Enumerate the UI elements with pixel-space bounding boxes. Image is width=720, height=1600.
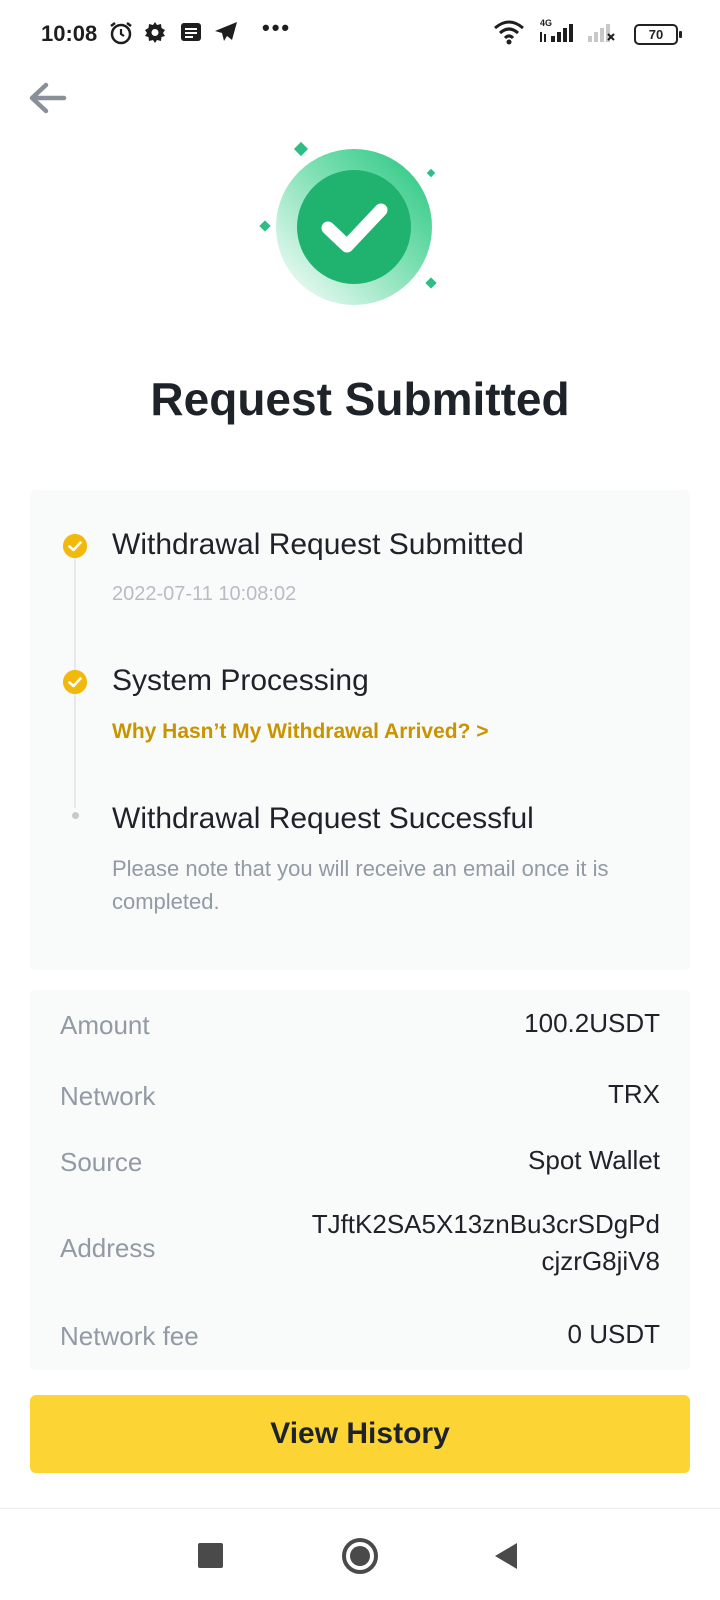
signal-icon: 4G	[540, 18, 573, 42]
step-note: Please note that you will receive an ema…	[112, 856, 609, 914]
detail-label-network: Network	[60, 1081, 156, 1111]
alarm-icon	[110, 22, 132, 45]
detail-label-source: Source	[60, 1147, 143, 1177]
step-title-processing: System Processing	[112, 664, 369, 697]
step-timestamp: 2022-07-11 10:08:02	[112, 583, 297, 605]
svg-text:4G: 4G	[540, 18, 552, 28]
detail-label-network-fee: Network fee	[60, 1321, 199, 1351]
detail-value-address-line1: TJftK2SA5X13znBu3crSDgPd	[311, 1209, 660, 1239]
withdrawal-help-link[interactable]: Why Hasn’t My Withdrawal Arrived? >	[112, 720, 489, 744]
check-circle-icon	[259, 141, 437, 305]
detail-value-address-line2: cjzrG8jiV8	[541, 1246, 660, 1276]
detail-label-amount: Amount	[60, 1010, 150, 1040]
battery-icon: 70	[634, 24, 682, 45]
no-signal-icon	[588, 24, 615, 42]
back-triangle-icon[interactable]	[495, 1543, 517, 1569]
home-circle-icon[interactable]	[342, 1538, 378, 1574]
recents-square-icon[interactable]	[198, 1543, 223, 1568]
status-bar: 10:08 ••• 4G 70	[0, 0, 720, 70]
step-pending-dot	[72, 812, 79, 819]
detail-value-network-fee: 0 USDT	[567, 1319, 660, 1349]
back-button[interactable]	[26, 80, 70, 116]
detail-value-amount: 100.2USDT	[524, 1008, 660, 1038]
withdrawal-details: Amount 100.2USDT Network TRX Source Spot…	[30, 990, 690, 1370]
step-complete-check-icon	[63, 534, 87, 558]
settings-icon	[145, 22, 165, 43]
telegram-icon	[215, 22, 237, 41]
step-title-successful: Withdrawal Request Successful	[112, 802, 534, 835]
withdrawal-status-timeline: Withdrawal Request Submitted 2022-07-11 …	[30, 490, 690, 970]
status-time: 10:08	[41, 21, 98, 46]
more-dots-icon: •••	[262, 15, 292, 40]
detail-label-address: Address	[60, 1233, 156, 1263]
detail-value-source: Spot Wallet	[528, 1145, 660, 1175]
nav-divider	[0, 1508, 720, 1509]
arrow-left-icon	[29, 82, 67, 114]
news-icon	[181, 23, 201, 41]
wifi-icon	[494, 20, 524, 45]
detail-value-network: TRX	[608, 1079, 660, 1109]
step-complete-check-icon	[63, 670, 87, 694]
page-title: Request Submitted	[150, 373, 570, 425]
view-history-button[interactable]: View History	[30, 1395, 690, 1473]
step-title-submitted: Withdrawal Request Submitted	[112, 528, 524, 561]
